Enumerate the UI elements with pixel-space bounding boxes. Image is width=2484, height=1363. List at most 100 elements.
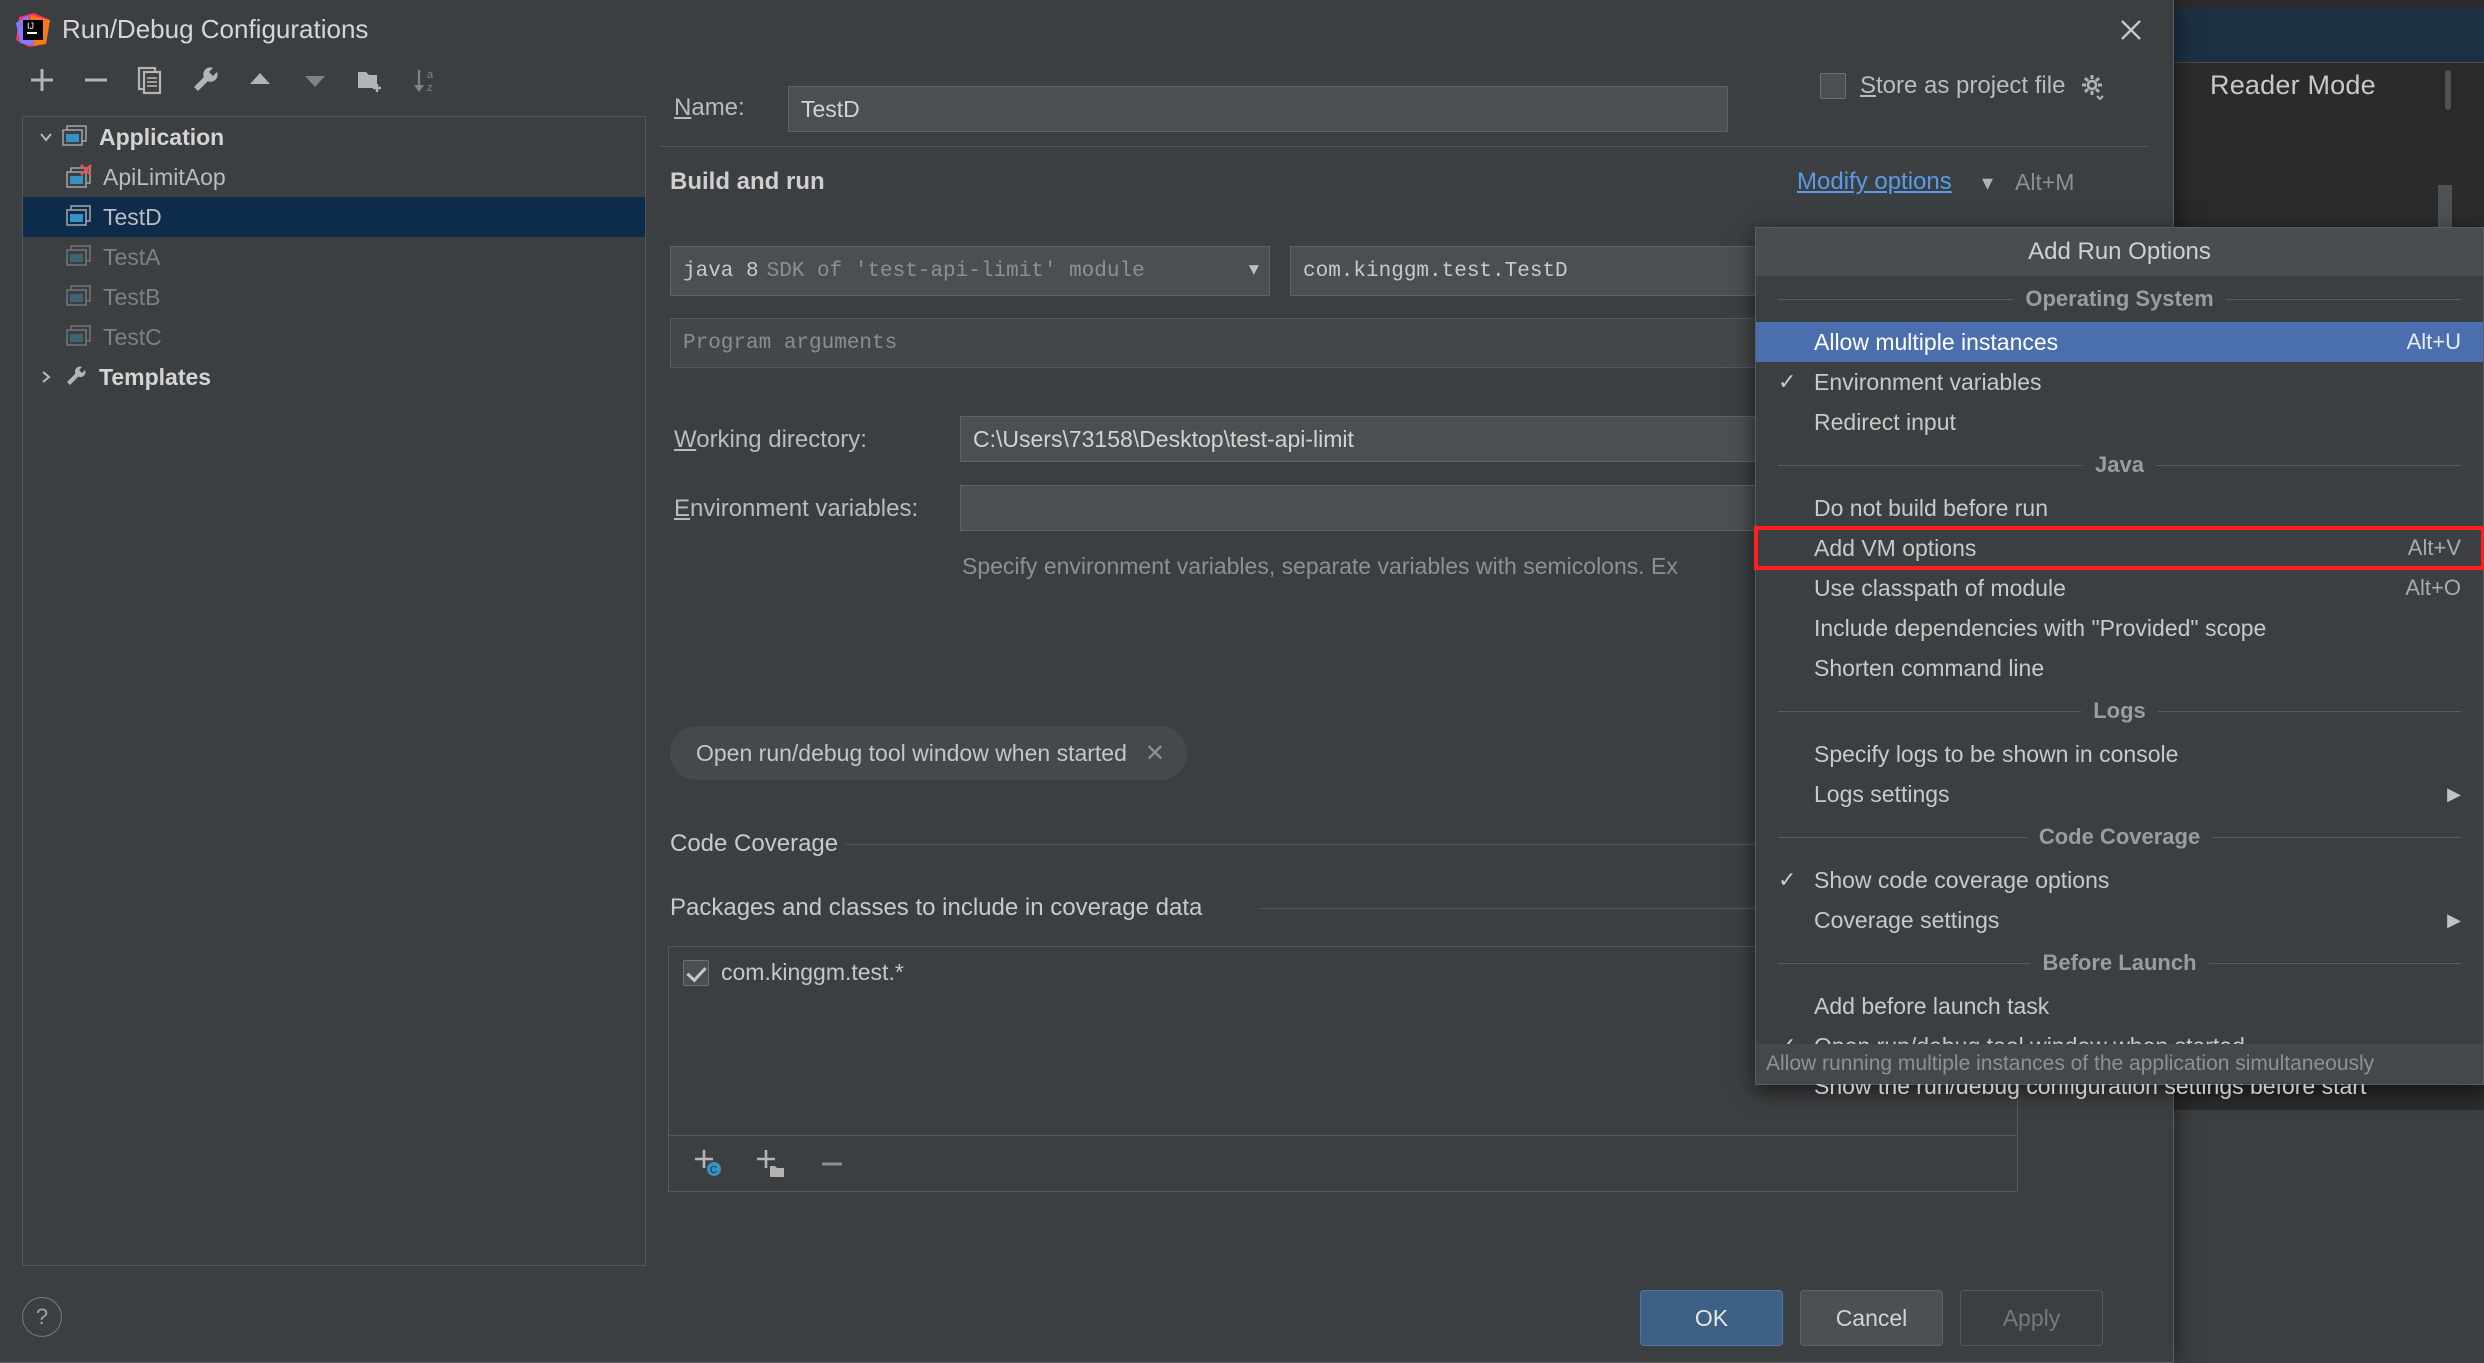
group-title: Operating System <box>2025 286 2214 311</box>
tree-node-label: TestD <box>103 203 162 230</box>
modify-options-link[interactable]: Modify options <box>1797 168 1952 196</box>
tree-node-application[interactable]: Application <box>23 117 645 157</box>
tree-node-testb[interactable]: TestB <box>23 277 645 317</box>
menu-item-add-vm-options[interactable]: Add VM options Alt+V <box>1754 526 2484 570</box>
menu-item-label: Logs settings <box>1814 780 1950 807</box>
add-package-icon[interactable] <box>751 1144 791 1184</box>
editor-tab-active[interactable] <box>2150 8 2484 63</box>
packages-and-classes-title: Packages and classes to include in cover… <box>670 894 1203 921</box>
menu-item-shortcut: Alt+O <box>2405 575 2461 600</box>
configurations-tree[interactable]: Application ApiLimitAop TestD TestA Test… <box>22 116 646 1266</box>
svg-text:z: z <box>427 82 433 94</box>
wrench-icon[interactable] <box>183 58 227 102</box>
tree-node-templates[interactable]: Templates <box>23 357 645 397</box>
close-icon[interactable]: ✕ <box>1145 739 1165 768</box>
menu-item-add-before-launch-task[interactable]: Add before launch task <box>1756 986 2483 1026</box>
close-icon[interactable] <box>2109 8 2153 52</box>
remove-pattern-icon[interactable] <box>813 1144 853 1184</box>
chevron-right-icon[interactable] <box>33 364 59 390</box>
menu-item-show-code-coverage-options[interactable]: ✓ Show code coverage options <box>1756 860 2483 900</box>
menu-item-include-provided-dependencies[interactable]: Include dependencies with "Provided" sco… <box>1756 608 2483 648</box>
tree-node-testa[interactable]: TestA <box>23 237 645 277</box>
check-icon: ✓ <box>1778 369 1797 394</box>
coverage-toolbar: C <box>668 1136 2018 1192</box>
store-as-project-file-checkbox[interactable]: Store as project file <box>1820 72 2107 101</box>
menu-item-label: Add before launch task <box>1814 992 2050 1019</box>
tree-node-apilimitaop[interactable]: ApiLimitAop <box>23 157 645 197</box>
apply-button[interactable]: Apply <box>1960 1290 2103 1346</box>
menu-item-label: Include dependencies with "Provided" sco… <box>1814 614 2267 641</box>
intellij-idea-logo-icon: IJ <box>16 13 50 47</box>
copy-configuration-icon[interactable] <box>128 58 172 102</box>
tree-node-label: TestB <box>103 283 161 310</box>
menu-item-redirect-input[interactable]: Redirect input <box>1756 402 2483 442</box>
menu-item-shortcut: Alt+U <box>2406 329 2461 354</box>
application-icon <box>65 204 95 230</box>
ok-button[interactable]: OK <box>1640 1290 1783 1346</box>
build-and-run-title: Build and run <box>670 168 825 195</box>
add-class-icon[interactable]: C <box>689 1144 729 1184</box>
checkbox-box[interactable] <box>683 959 709 986</box>
menu-item-label: Use classpath of module <box>1814 574 2066 601</box>
wrench-icon <box>61 364 91 390</box>
coverage-pattern-label: com.kinggm.test.* <box>721 959 904 985</box>
open-run-debug-tool-window-chip[interactable]: Open run/debug tool window when started … <box>670 726 1187 780</box>
checkbox-box[interactable] <box>1820 73 1846 99</box>
triangle-up-icon[interactable] <box>238 58 282 102</box>
popup-group-java: Java <box>1756 442 2483 488</box>
menu-item-shorten-command-line[interactable]: Shorten command line <box>1756 648 2483 688</box>
svg-text:IJ: IJ <box>27 21 34 31</box>
menu-item-specify-logs[interactable]: Specify logs to be shown in console <box>1756 734 2483 774</box>
store-as-project-file-label: Store as project file <box>1860 72 2066 99</box>
popup-group-logs: Logs <box>1756 688 2483 734</box>
menu-item-label: Allow multiple instances <box>1814 328 2059 355</box>
dialog-title-bar: IJ Run/Debug Configurations <box>0 0 2173 58</box>
menu-item-allow-multiple-instances[interactable]: Allow multiple instances Alt+U <box>1756 322 2483 362</box>
menu-item-label: Shorten command line <box>1814 654 2045 681</box>
sort-alphabetical-icon[interactable]: a z <box>403 58 447 102</box>
gear-icon[interactable] <box>2079 72 2107 101</box>
chevron-down-icon[interactable]: ▾ <box>1982 170 1993 196</box>
jre-select[interactable]: java 8 SDK of 'test-api-limit' module ▼ <box>670 246 1270 296</box>
working-directory-label: Working directory: <box>674 426 867 453</box>
folder-add-icon[interactable] <box>348 58 392 102</box>
menu-item-label: Add VM options <box>1814 534 1977 561</box>
tree-node-label: Templates <box>99 363 212 390</box>
tree-node-label: ApiLimitAop <box>103 163 226 190</box>
menu-item-shortcut: Alt+V <box>2407 535 2461 560</box>
reader-mode-label: Reader Mode <box>2210 70 2376 100</box>
add-run-options-popup: Add Run Options Operating System Allow m… <box>1754 227 2484 1099</box>
application-icon <box>61 124 91 150</box>
menu-item-environment-variables[interactable]: ✓ Environment variables <box>1756 362 2483 402</box>
cancel-button[interactable]: Cancel <box>1800 1290 1943 1346</box>
editor-scrollbar-thumb[interactable] <box>2438 185 2452 230</box>
editor-scrollbar[interactable] <box>2445 70 2451 110</box>
remove-configuration-button[interactable] <box>74 58 118 102</box>
chevron-down-icon[interactable]: ▼ <box>1249 262 1259 281</box>
chevron-right-icon: ▶ <box>2447 909 2461 930</box>
chevron-down-icon[interactable] <box>33 124 59 150</box>
tree-node-label: TestC <box>103 323 162 350</box>
tree-node-label: TestA <box>103 243 161 270</box>
menu-item-use-classpath-of-module[interactable]: Use classpath of module Alt+O <box>1756 568 2483 608</box>
menu-item-coverage-settings[interactable]: Coverage settings ▶ <box>1756 900 2483 940</box>
menu-item-label: Do not build before run <box>1814 494 2048 521</box>
sdk-prefix: java 8 <box>683 259 759 283</box>
add-configuration-button[interactable] <box>20 58 64 102</box>
triangle-down-icon[interactable] <box>293 58 337 102</box>
group-title: Java <box>2095 452 2144 477</box>
tree-node-testd[interactable]: TestD <box>23 197 645 237</box>
menu-item-label: Environment variables <box>1814 368 2042 395</box>
name-input[interactable]: TestD <box>788 86 1728 132</box>
menu-item-logs-settings[interactable]: Logs settings ▶ <box>1756 774 2483 814</box>
popup-header: Add Run Options <box>1756 228 2483 276</box>
environment-variables-hint: Specify environment variables, separate … <box>962 553 1678 579</box>
group-title: Before Launch <box>2042 950 2197 975</box>
help-button[interactable]: ? <box>22 1297 62 1337</box>
popup-group-before-launch: Before Launch <box>1756 940 2483 986</box>
group-title: Logs <box>2093 698 2146 723</box>
popup-tooltip: Allow running multiple instances of the … <box>1756 1044 2483 1084</box>
menu-item-do-not-build-before-run[interactable]: Do not build before run <box>1756 488 2483 528</box>
tree-node-testc[interactable]: TestC <box>23 317 645 357</box>
tree-node-label: Application <box>99 123 225 150</box>
